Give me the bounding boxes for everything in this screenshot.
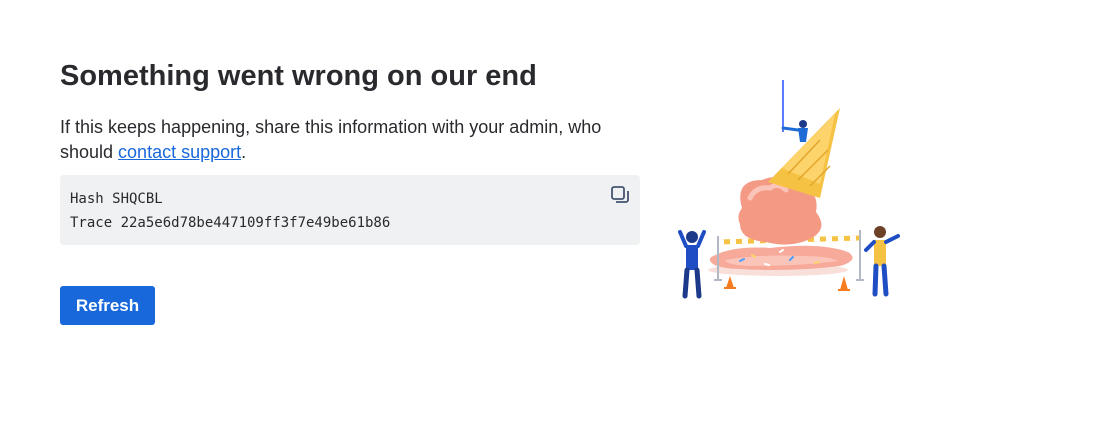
refresh-button[interactable]: Refresh: [60, 286, 155, 325]
melted-ice-cream-illustration: [678, 80, 900, 299]
copy-button[interactable]: [608, 183, 632, 207]
error-details-box: Hash SHQCBL Trace 22a5e6d78be447109ff3f7…: [60, 175, 640, 245]
error-description: If this keeps happening, share this info…: [60, 115, 640, 165]
copy-icon: [611, 186, 629, 203]
hash-line: Hash SHQCBL: [70, 191, 163, 207]
error-content: Something went wrong on our end If this …: [60, 57, 640, 325]
trace-line: Trace 22a5e6d78be447109ff3f7e49be61b86: [70, 215, 391, 231]
contact-support-link[interactable]: contact support: [118, 142, 241, 162]
page-title: Something went wrong on our end: [60, 60, 537, 92]
error-page: Something went wrong on our end If this …: [0, 0, 1104, 435]
description-end: .: [241, 142, 247, 162]
